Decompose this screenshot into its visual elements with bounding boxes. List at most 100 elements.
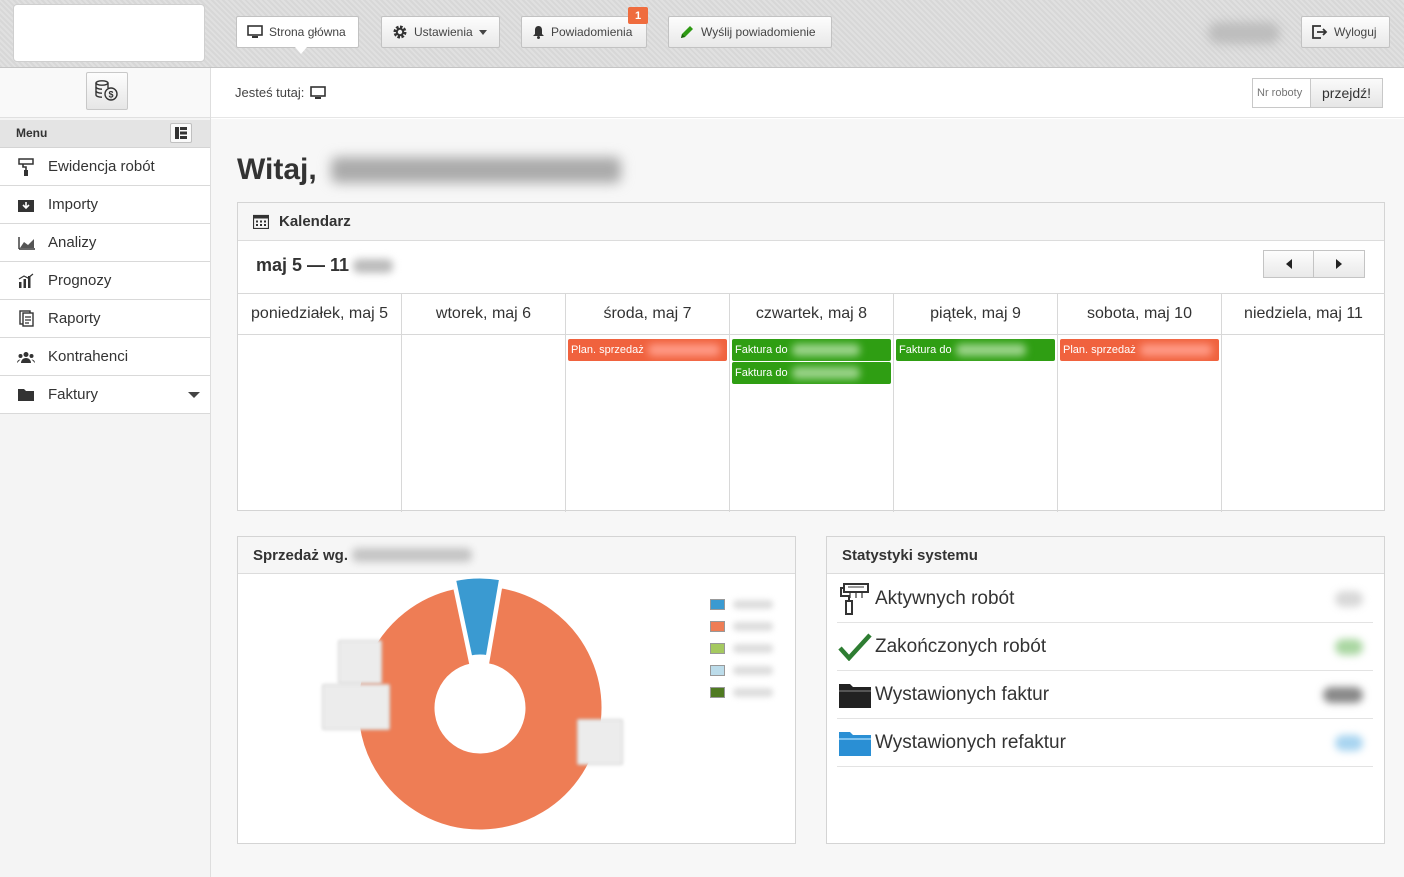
pie-data-label: [322, 684, 390, 730]
folder-icon: [835, 682, 875, 708]
menu-header: Menu: [0, 120, 210, 148]
day-header: czwartek, maj 8: [730, 294, 893, 335]
coins-icon: $: [95, 80, 118, 101]
logo[interactable]: [13, 4, 205, 62]
stat-row-reinvoices: Wystawionych refaktur: [837, 719, 1373, 767]
calendar-range: maj 5 — 11: [256, 255, 394, 276]
legend-item[interactable]: [710, 615, 773, 637]
legend-swatch: [710, 598, 725, 610]
event-detail: [647, 344, 720, 356]
monitor-icon[interactable]: [310, 85, 327, 100]
notifications-button[interactable]: Powiadomienia 1: [521, 7, 648, 48]
day-column[interactable]: środa, maj 7 Plan. sprzedaż: [566, 294, 730, 512]
calendar-event[interactable]: Faktura do: [732, 339, 891, 361]
event-detail: [791, 344, 860, 356]
stats-title: Statystyki systemu: [842, 546, 978, 564]
sidebar-item-raporty[interactable]: Raporty: [0, 300, 210, 338]
calendar-panel: Kalendarz maj 5 — 11 poniedziałek, maj 5…: [237, 202, 1385, 512]
calendar-event[interactable]: Plan. sprzedaż: [568, 339, 727, 361]
caret-down-icon: [478, 29, 487, 35]
sidebar-item-label: Ewidencja robót: [48, 158, 155, 175]
stat-row-active-jobs: Aktywnych robót: [837, 575, 1373, 623]
gear-icon: [393, 25, 407, 39]
day-column[interactable]: niedziela, maj 11: [1222, 294, 1385, 512]
sidebar-item-prognozy[interactable]: Prognozy: [0, 262, 210, 300]
next-week-button[interactable]: [1314, 250, 1365, 278]
prev-week-button[interactable]: [1263, 250, 1314, 278]
welcome-text: Witaj,: [237, 153, 317, 186]
sidebar-item-label: Importy: [48, 196, 99, 213]
notifications-label: Powiadomienia: [551, 25, 633, 39]
sidebar-item-faktury[interactable]: Faktury: [0, 376, 210, 414]
legend-swatch: [710, 642, 725, 654]
day-column[interactable]: wtorek, maj 6: [402, 294, 566, 512]
stats-panel: Statystyki systemu Aktywnych robót Zakoń…: [826, 536, 1385, 844]
pie-data-label: [577, 719, 623, 765]
home-button[interactable]: Strona główna: [236, 16, 359, 54]
event-label: Faktura do: [735, 344, 788, 356]
calendar-event[interactable]: Faktura do: [732, 362, 891, 384]
chevron-down-icon: [188, 392, 200, 398]
day-header: sobota, maj 10: [1058, 294, 1221, 335]
sidebar-item-label: Raporty: [48, 310, 101, 327]
day-header: wtorek, maj 6: [402, 294, 565, 335]
area-chart-icon: [16, 236, 36, 250]
legend-swatch: [710, 664, 725, 676]
day-column[interactable]: piątek, maj 9 Faktura do: [894, 294, 1058, 512]
settings-label: Ustawienia: [414, 25, 473, 39]
sidebar-item-kontrahenci[interactable]: Kontrahenci: [0, 338, 210, 376]
stat-row-completed-jobs: Zakończonych robót: [837, 623, 1373, 671]
stat-value: [1335, 639, 1363, 655]
legend-item[interactable]: [710, 637, 773, 659]
event-detail: [955, 344, 1026, 356]
event-detail: [1139, 344, 1212, 356]
sales-dimension: [352, 548, 473, 562]
day-column[interactable]: czwartek, maj 8 Faktura do Faktura do: [730, 294, 894, 512]
stat-label: Zakończonych robót: [875, 635, 1047, 657]
folder-icon: [16, 388, 36, 401]
sidebar-item-label: Faktury: [48, 386, 99, 403]
day-header: środa, maj 7: [566, 294, 729, 335]
sales-title: Sprzedaż wg.: [253, 546, 349, 564]
finance-button[interactable]: $: [86, 72, 128, 110]
chevron-right-icon: [1336, 259, 1342, 269]
day-column[interactable]: sobota, maj 10 Plan. sprzedaż: [1058, 294, 1222, 512]
stat-row-invoices: Wystawionych faktur: [837, 671, 1373, 719]
users-icon: [16, 351, 36, 363]
sidebar-item-importy[interactable]: Importy: [0, 186, 210, 224]
legend-swatch: [710, 620, 725, 632]
roller-icon: [16, 157, 36, 176]
legend-item[interactable]: [710, 681, 773, 703]
sidebar-item-analizy[interactable]: Analizy: [0, 224, 210, 262]
layout-toggle-icon: [175, 127, 187, 139]
day-header: niedziela, maj 11: [1222, 294, 1385, 335]
folder-open-icon: [835, 730, 875, 756]
menu-toggle-button[interactable]: [170, 123, 192, 143]
job-number-input[interactable]: [1252, 78, 1310, 108]
event-label: Faktura do: [735, 367, 788, 379]
event-label: Faktura do: [899, 344, 952, 356]
send-notification-button[interactable]: Wyślij powiadomienie: [668, 16, 832, 48]
chart-legend: [710, 593, 773, 703]
sidebar: $ Menu Ewidencja robót Importy Analizy P…: [0, 68, 211, 877]
sales-panel: Sprzedaż wg.: [237, 536, 796, 844]
breadcrumb: Jesteś tutaj:: [235, 85, 327, 100]
logout-button[interactable]: Wyloguj: [1301, 16, 1390, 48]
legend-item[interactable]: [710, 659, 773, 681]
go-button[interactable]: przejdź!: [1310, 78, 1384, 108]
legend-item[interactable]: [710, 593, 773, 615]
sidebar-item-label: Prognozy: [48, 272, 112, 289]
calendar-event[interactable]: Plan. sprzedaż: [1060, 339, 1219, 361]
roller-icon: [835, 582, 875, 616]
day-column[interactable]: poniedziałek, maj 5: [238, 294, 402, 512]
legend-label: [733, 665, 773, 675]
calendar-header: Kalendarz: [238, 203, 1384, 241]
calendar-event[interactable]: Faktura do: [896, 339, 1055, 361]
active-caret: [295, 47, 307, 54]
top-navbar: Strona główna Ustawienia Powiadomienia 1…: [0, 0, 1404, 68]
user-menu[interactable]: [1208, 22, 1280, 44]
sidebar-item-label: Kontrahenci: [48, 348, 129, 365]
settings-dropdown-button[interactable]: Ustawienia: [381, 16, 500, 48]
sidebar-item-ewidencja[interactable]: Ewidencja robót: [0, 148, 210, 186]
notifications-badge: 1: [628, 7, 648, 24]
